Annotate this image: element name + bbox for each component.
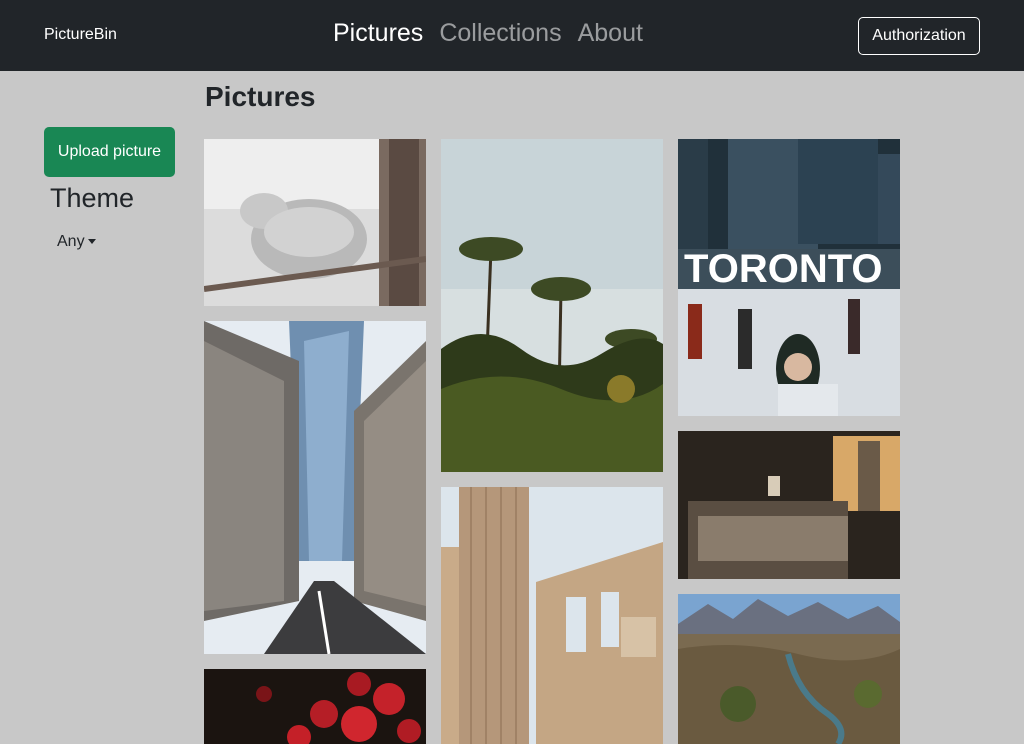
picture-card-toronto-sign[interactable]: TORONTO [678, 139, 900, 416]
upload-picture-button[interactable]: Upload picture [44, 127, 175, 177]
authorization-button[interactable]: Authorization [858, 17, 980, 55]
theme-heading: Theme [50, 183, 135, 213]
picture-image [441, 139, 663, 472]
picture-card-hotel-room[interactable] [678, 431, 900, 579]
picture-image: TORONTO [678, 139, 900, 416]
picture-card-palm-trees[interactable] [441, 139, 663, 472]
chevron-down-icon [87, 239, 96, 245]
theme-dropdown-value: Any [57, 233, 85, 250]
navbar: PictureBin Pictures Collections About Au… [0, 0, 1024, 71]
picture-image [678, 431, 900, 579]
nav-link-collections[interactable]: Collections [439, 19, 561, 48]
picture-card-greek-ruins[interactable] [441, 487, 663, 744]
picture-card-red-flowers[interactable] [204, 669, 426, 744]
svg-text:TORONTO: TORONTO [684, 247, 883, 291]
picture-image [204, 139, 426, 306]
nav-links: Pictures Collections About [333, 19, 643, 48]
picture-image [441, 487, 663, 744]
picture-image [678, 594, 900, 744]
nav-link-about[interactable]: About [578, 19, 643, 48]
page-title: Pictures [205, 81, 316, 112]
picture-card-mountain-valley[interactable] [678, 594, 900, 744]
picture-image [204, 669, 426, 744]
picture-image [204, 321, 426, 654]
theme-dropdown[interactable]: Any [57, 233, 96, 251]
picture-card-city-street[interactable] [204, 321, 426, 654]
nav-link-pictures[interactable]: Pictures [333, 19, 423, 48]
picture-card-snow-cat[interactable] [204, 139, 426, 306]
brand-link[interactable]: PictureBin [44, 26, 117, 44]
